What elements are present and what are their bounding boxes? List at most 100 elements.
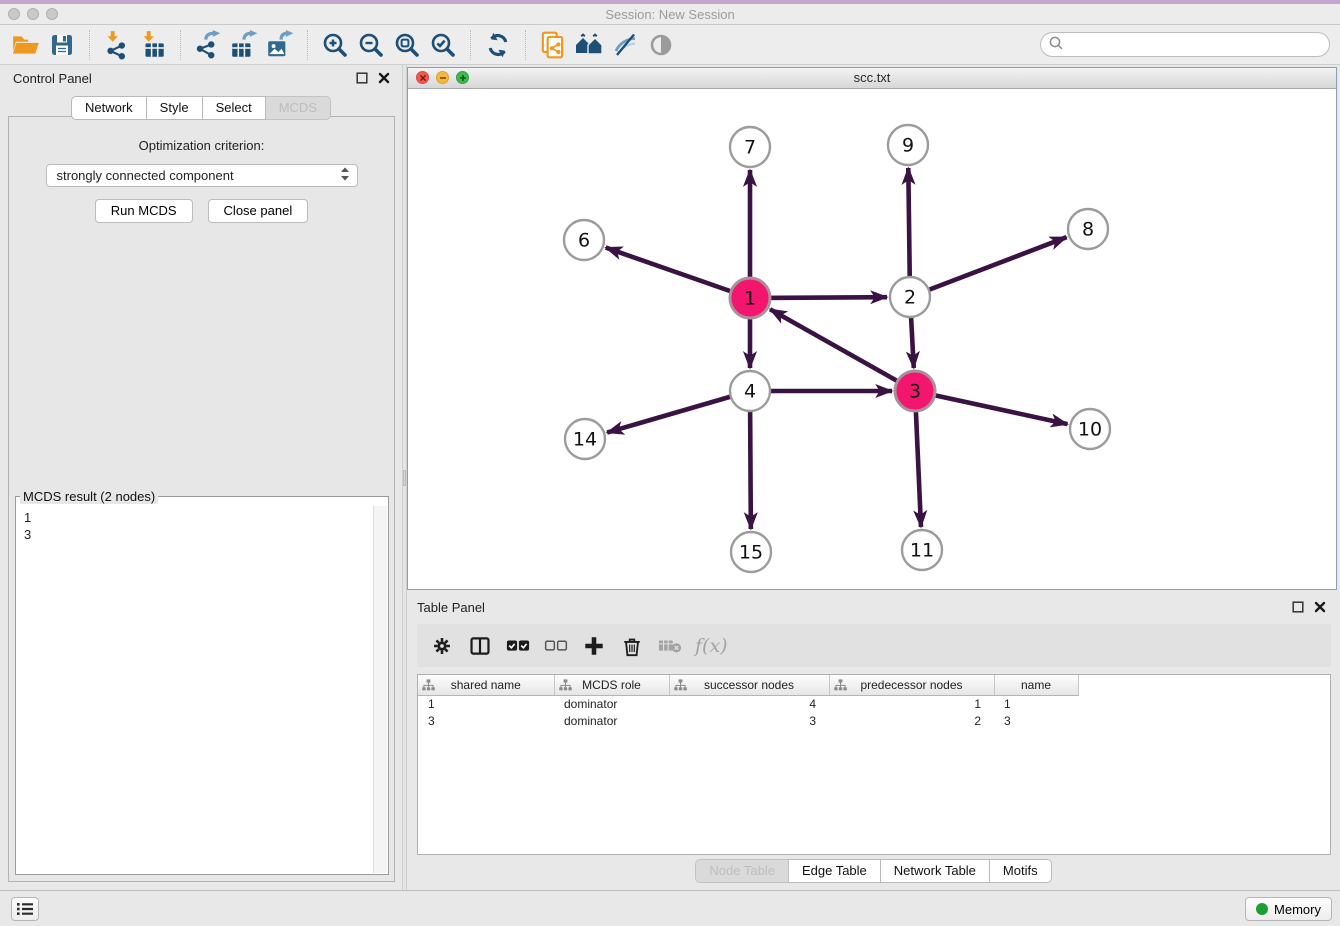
search-box[interactable] — [1040, 32, 1330, 57]
select-all-icon[interactable] — [502, 630, 533, 661]
status-bar: Memory — [0, 890, 1340, 926]
tab-mcds[interactable]: MCDS — [266, 96, 331, 120]
graph-edge-1-6[interactable] — [606, 248, 750, 298]
column-header-mcds-role[interactable]: MCDS role — [554, 675, 669, 695]
graph-edge-4-14[interactable] — [607, 391, 750, 433]
toolbar-separator — [307, 30, 308, 60]
header-filler — [1078, 675, 1330, 695]
search-input[interactable] — [1068, 37, 1329, 52]
tab-select[interactable]: Select — [203, 96, 266, 120]
graph-node-label: 14 — [573, 429, 597, 451]
table-panel: Table Panel f(x) shared nameMCDS rolesuc… — [407, 595, 1340, 890]
table-cell[interactable]: 1 — [418, 695, 554, 712]
fx-function-builder-icon: f(x) — [692, 635, 728, 657]
import-network-icon[interactable] — [99, 28, 135, 62]
column-header-shared-name[interactable]: shared name — [418, 675, 554, 695]
node-table: shared nameMCDS rolesuccessor nodesprede… — [418, 675, 1330, 729]
export-network-icon[interactable] — [190, 28, 226, 62]
criterion-select[interactable]: strongly connected component — [46, 164, 358, 187]
graph-edge-3-10[interactable] — [915, 391, 1068, 424]
column-header-label: MCDS role — [555, 678, 669, 692]
column-header-predecessor-nodes[interactable]: predecessor nodes — [829, 675, 994, 695]
export-table-icon[interactable] — [226, 28, 262, 62]
graph-node-label: 15 — [739, 542, 763, 564]
app-titlebar: Session: New Session — [0, 4, 1340, 25]
table-row[interactable]: 1dominator411 — [418, 695, 1330, 712]
mcds-result-line: 1 — [24, 509, 373, 526]
result-scrollbar[interactable] — [373, 506, 387, 873]
table-tab-edge-table[interactable]: Edge Table — [789, 859, 881, 883]
graph-edge-3-1[interactable] — [770, 309, 915, 391]
graph-node-label: 11 — [910, 540, 934, 562]
table-toolbar: f(x) — [417, 624, 1331, 667]
table-cell[interactable]: 4 — [669, 695, 829, 712]
splitter-grip[interactable] — [403, 470, 406, 486]
node-table-wrap: shared nameMCDS rolesuccessor nodesprede… — [417, 674, 1331, 855]
column-header-successor-nodes[interactable]: successor nodes — [669, 675, 829, 695]
home-icon[interactable] — [571, 28, 607, 62]
graph-node-label: 6 — [578, 230, 590, 252]
run-mcds-button[interactable]: Run MCDS — [95, 199, 193, 223]
table-cell[interactable]: dominator — [554, 695, 669, 712]
table-cell[interactable]: 3 — [418, 712, 554, 729]
table-body: 1dominator4113dominator323 — [418, 695, 1330, 729]
network-title: scc.txt — [408, 70, 1336, 85]
hide-graphics-details-icon[interactable] — [607, 28, 643, 62]
zoom-selected-icon[interactable] — [425, 28, 461, 62]
tab-network[interactable]: Network — [71, 96, 147, 120]
memory-button[interactable]: Memory — [1245, 897, 1332, 921]
memory-status-dot — [1256, 903, 1268, 915]
control-panel-tabs: NetworkStyleSelectMCDS — [0, 96, 402, 120]
column-header-label: name — [995, 678, 1078, 692]
graph-edge-2-8[interactable] — [910, 237, 1067, 297]
zoom-out-icon[interactable] — [353, 28, 389, 62]
refresh-view-icon[interactable] — [480, 28, 516, 62]
memory-label: Memory — [1274, 902, 1321, 917]
settings-icon[interactable] — [426, 630, 457, 661]
close-panel-icon[interactable] — [377, 71, 390, 84]
import-table-icon[interactable] — [135, 28, 171, 62]
split-panel-icon[interactable] — [464, 630, 495, 661]
table-cell[interactable]: 2 — [829, 712, 994, 729]
table-cell[interactable]: 3 — [994, 712, 1078, 729]
table-tabs: Node TableEdge TableNetwork TableMotifs — [407, 859, 1340, 883]
table-cell[interactable]: 1 — [994, 695, 1078, 712]
table-cell[interactable]: 1 — [829, 695, 994, 712]
network-window-titlebar[interactable]: scc.txt — [408, 68, 1336, 89]
show-graphics-details-icon[interactable] — [643, 28, 679, 62]
table-panel-title: Table Panel — [417, 600, 485, 615]
float-table-panel-icon[interactable] — [1291, 600, 1304, 613]
zoom-fit-icon[interactable] — [389, 28, 425, 62]
deselect-all-icon[interactable] — [540, 630, 571, 661]
column-header-label: shared name — [418, 678, 554, 692]
network-canvas-svg[interactable]: 7968124314101511 — [408, 89, 1336, 589]
mcds-result-list: 13 — [17, 506, 373, 873]
table-cell[interactable]: dominator — [554, 712, 669, 729]
open-file-icon[interactable] — [8, 28, 44, 62]
column-sort-tree-icon — [834, 679, 847, 694]
zoom-in-icon[interactable] — [317, 28, 353, 62]
save-session-icon[interactable] — [44, 28, 80, 62]
graph-node-label: 1 — [744, 288, 756, 310]
clone-network-icon[interactable] — [535, 28, 571, 62]
table-tab-motifs[interactable]: Motifs — [990, 859, 1052, 883]
mcds-result-title: MCDS result (2 nodes) — [20, 489, 158, 504]
table-row[interactable]: 3dominator323 — [418, 712, 1330, 729]
close-table-panel-icon[interactable] — [1313, 600, 1326, 613]
toolbar-separator — [89, 30, 90, 60]
mcds-result-line: 3 — [24, 526, 373, 543]
tab-style[interactable]: Style — [147, 96, 203, 120]
add-row-icon[interactable] — [578, 630, 609, 661]
graph-node-label: 8 — [1082, 219, 1094, 241]
task-history-icon[interactable] — [11, 897, 39, 921]
table-tab-network-table[interactable]: Network Table — [881, 859, 990, 883]
table-cell[interactable]: 3 — [669, 712, 829, 729]
row-filler — [1078, 695, 1330, 712]
column-header-name[interactable]: name — [994, 675, 1078, 695]
export-image-icon[interactable] — [262, 28, 298, 62]
float-panel-icon[interactable] — [355, 71, 368, 84]
table-tab-node-table[interactable]: Node Table — [695, 859, 789, 883]
table-panel-header: Table Panel — [407, 595, 1340, 621]
delete-row-icon[interactable] — [616, 630, 647, 661]
close-panel-button[interactable]: Close panel — [208, 199, 309, 223]
